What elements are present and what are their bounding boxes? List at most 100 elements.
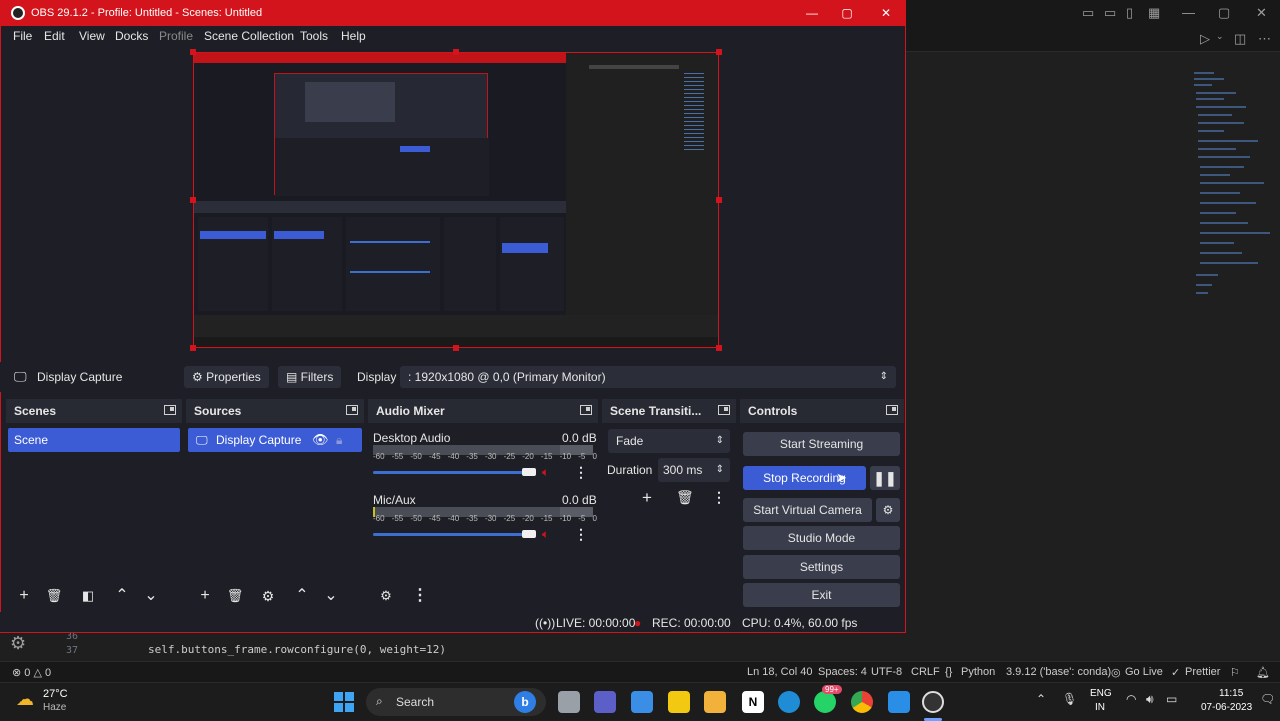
start-streaming-button[interactable]: Start Streaming	[743, 432, 900, 456]
vscode-close-icon[interactable]: ✕	[1256, 5, 1267, 21]
language-region[interactable]: IN	[1095, 702, 1105, 713]
bing-icon[interactable]: b	[514, 691, 536, 713]
more-vertical-icon[interactable]: ⋮	[712, 489, 726, 506]
gear-icon[interactable]: ⚙	[258, 586, 278, 606]
menu-docks[interactable]: Docks	[115, 29, 148, 43]
clock-time[interactable]: 11:15	[1219, 688, 1243, 699]
panel-icon[interactable]: ▭	[1104, 5, 1116, 21]
resize-handle[interactable]	[716, 49, 722, 55]
task-view-icon[interactable]	[558, 691, 580, 713]
trash-icon[interactable]: 🗑︎	[225, 586, 245, 606]
speaker-muted-icon[interactable]: 🔈︎	[542, 465, 549, 480]
undock-icon[interactable]	[580, 405, 592, 415]
weather-icon[interactable]: ☁	[16, 689, 34, 710]
wifi-icon[interactable]: ◠	[1126, 692, 1136, 706]
interpreter[interactable]: 3.9.12 ('base': conda)	[1006, 666, 1111, 678]
undock-icon[interactable]	[164, 405, 176, 415]
stop-recording-button[interactable]: Stop Recording	[743, 466, 866, 490]
undock-icon[interactable]	[346, 405, 358, 415]
add-transition-icon[interactable]: +	[642, 488, 652, 508]
menu-help[interactable]: Help	[341, 29, 366, 43]
encoding[interactable]: UTF-8	[871, 666, 902, 678]
edge-icon[interactable]	[778, 691, 800, 713]
more-vertical-icon[interactable]: ⋮	[574, 526, 588, 543]
customize-layout-icon[interactable]: ▦	[1148, 5, 1160, 21]
split-editor-icon[interactable]: ◫	[1234, 31, 1246, 47]
vscode-minimize-icon[interactable]: —	[1182, 5, 1195, 20]
move-up-icon[interactable]: ⌃	[292, 586, 312, 606]
trash-icon[interactable]: 🗑︎	[44, 586, 64, 606]
prettier-button[interactable]: Prettier	[1185, 666, 1220, 678]
start-icon[interactable]	[334, 692, 354, 712]
resize-handle[interactable]	[190, 49, 196, 55]
filters-button[interactable]: ▤ Filters	[278, 366, 342, 388]
sidebar-icon[interactable]: ▯	[1126, 5, 1133, 21]
resize-handle[interactable]	[190, 197, 196, 203]
notifications-icon[interactable]: 🗨︎	[1260, 692, 1275, 706]
lock-icon[interactable]: 🔒︎	[336, 428, 342, 452]
preview-capture[interactable]	[193, 52, 719, 348]
store-icon[interactable]	[631, 691, 653, 713]
start-virtual-camera-button[interactable]: Start Virtual Camera	[743, 498, 872, 522]
volume-slider-knob[interactable]	[522, 530, 536, 538]
menu-view[interactable]: View	[79, 29, 105, 43]
chrome-icon[interactable]	[851, 691, 873, 713]
weather-desc[interactable]: Haze	[43, 702, 66, 713]
menu-profile[interactable]: Profile	[159, 29, 193, 43]
undock-icon[interactable]	[718, 405, 730, 415]
transition-select[interactable]: Fade ⇕	[608, 429, 730, 453]
more-icon[interactable]: ⋯	[1258, 31, 1271, 47]
resize-handle[interactable]	[453, 345, 459, 351]
gear-icon[interactable]: ⚙	[10, 633, 26, 654]
move-down-icon[interactable]: ⌄	[141, 586, 161, 606]
scene-item[interactable]: Scene	[8, 428, 180, 452]
eye-icon[interactable]: 👁︎	[312, 428, 329, 452]
whatsapp-icon[interactable]	[814, 691, 836, 713]
teams-chat-icon[interactable]	[594, 691, 616, 713]
sticky-notes-icon[interactable]	[668, 691, 690, 713]
vscode-maximize-icon[interactable]: ▢	[1218, 5, 1230, 21]
chevron-up-icon[interactable]: ⌃	[1036, 692, 1046, 706]
code-editor[interactable]	[0, 632, 906, 662]
layout-icon[interactable]: ▭	[1082, 5, 1094, 21]
close-icon[interactable]: ✕	[873, 4, 899, 22]
clock-date[interactable]: 07-06-2023	[1201, 702, 1252, 713]
cursor-position[interactable]: Ln 18, Col 40	[747, 666, 812, 678]
feedback-icon[interactable]: ⚐	[1230, 666, 1240, 679]
volume-slider[interactable]	[373, 471, 533, 474]
more-vertical-icon[interactable]: ⋮	[410, 586, 430, 606]
source-item[interactable]: 🖵︎ Display Capture 👁︎ 🔒︎	[188, 428, 362, 452]
run-icon[interactable]: ▷	[1200, 31, 1210, 47]
speaker-muted-icon[interactable]: 🔈︎	[542, 527, 549, 542]
move-up-icon[interactable]: ⌃	[112, 586, 132, 606]
volume-icon[interactable]: 🔊︎	[1146, 692, 1154, 707]
undock-icon[interactable]	[886, 405, 898, 415]
obs-taskbar-icon[interactable]	[922, 691, 944, 713]
go-live-button[interactable]: Go Live	[1125, 666, 1163, 678]
studio-mode-button[interactable]: Studio Mode	[743, 526, 900, 550]
trash-icon[interactable]: 🗑︎	[676, 489, 694, 506]
resize-handle[interactable]	[716, 197, 722, 203]
mixer-settings-icon[interactable]: ⚙	[376, 586, 396, 606]
microphone-icon[interactable]: 🎙︎	[1062, 692, 1077, 706]
minimap[interactable]	[1188, 70, 1278, 300]
menu-file[interactable]: File	[13, 29, 32, 43]
resize-handle[interactable]	[190, 345, 196, 351]
code-line[interactable]: self.buttons_frame.rowconfigure(0, weigh…	[148, 643, 446, 656]
more-vertical-icon[interactable]: ⋮	[574, 464, 588, 481]
exit-button[interactable]: Exit	[743, 583, 900, 607]
resize-handle[interactable]	[453, 49, 459, 55]
volume-slider[interactable]	[373, 533, 533, 536]
indentation[interactable]: Spaces: 4	[818, 666, 867, 678]
minimize-icon[interactable]: —	[799, 4, 825, 22]
display-select[interactable]: : 1920x1080 @ 0,0 (Primary Monitor) ⇕	[400, 366, 896, 388]
maximize-icon[interactable]: ▢	[834, 4, 860, 22]
bell-icon[interactable]: 🔔︎	[1256, 666, 1270, 679]
notion-icon[interactable]: N	[742, 691, 764, 713]
gear-icon[interactable]: ⚙	[876, 498, 900, 522]
resize-handle[interactable]	[716, 345, 722, 351]
settings-button[interactable]: Settings	[743, 555, 900, 579]
language-code[interactable]: ENG	[1090, 688, 1112, 699]
menu-edit[interactable]: Edit	[44, 29, 65, 43]
run-dropdown-icon[interactable]: ⌄	[1216, 31, 1224, 42]
